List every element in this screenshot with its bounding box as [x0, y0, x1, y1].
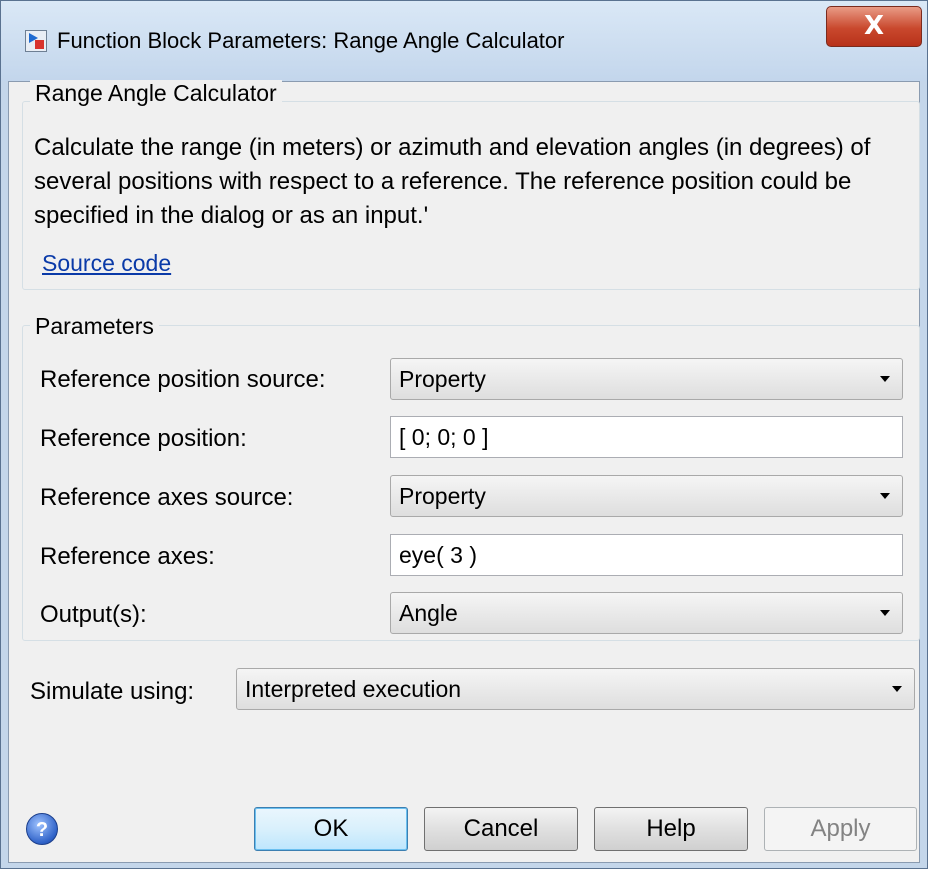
ref-axes-source-value: Property	[399, 483, 486, 509]
dropdown-arrow-icon	[880, 493, 890, 499]
parameters-group-title: Parameters	[30, 313, 159, 340]
cancel-button[interactable]: Cancel	[424, 807, 578, 851]
simulate-using-dropdown[interactable]: Interpreted execution	[236, 668, 915, 710]
ref-pos-label: Reference position:	[40, 425, 247, 452]
simulate-using-value: Interpreted execution	[245, 676, 462, 702]
source-code-link[interactable]: Source code	[42, 250, 171, 277]
simulink-block-icon	[25, 30, 47, 52]
ref-axes-source-label: Reference axes source:	[40, 484, 294, 511]
dropdown-arrow-icon	[880, 610, 890, 616]
simulate-using-label: Simulate using:	[30, 678, 195, 705]
outputs-label: Output(s):	[40, 601, 147, 628]
close-icon: X	[863, 11, 885, 41]
ref-pos-source-label: Reference position source:	[40, 366, 326, 393]
ref-axes-input[interactable]: eye( 3 )	[390, 534, 903, 576]
close-button[interactable]: X	[826, 6, 922, 47]
ref-axes-label: Reference axes:	[40, 543, 215, 570]
outputs-value: Angle	[399, 600, 458, 626]
apply-button[interactable]: Apply	[764, 807, 917, 851]
outputs-dropdown[interactable]: Angle	[390, 592, 903, 634]
dropdown-arrow-icon	[892, 686, 902, 692]
ok-button[interactable]: OK	[254, 807, 408, 851]
help-button[interactable]: Help	[594, 807, 748, 851]
help-icon[interactable]: ?	[26, 813, 58, 845]
ref-axes-source-dropdown[interactable]: Property	[390, 475, 903, 517]
ref-pos-input[interactable]: [ 0; 0; 0 ]	[390, 416, 903, 458]
description-group-title: Range Angle Calculator	[30, 80, 282, 107]
window-title: Function Block Parameters: Range Angle C…	[57, 28, 565, 53]
title-bar[interactable]: Function Block Parameters: Range Angle C…	[1, 1, 927, 81]
block-description: Calculate the range (in meters) or azimu…	[34, 134, 871, 229]
dropdown-arrow-icon	[880, 376, 890, 382]
ref-pos-source-value: Property	[399, 366, 486, 392]
ref-pos-source-dropdown[interactable]: Property	[390, 358, 903, 400]
